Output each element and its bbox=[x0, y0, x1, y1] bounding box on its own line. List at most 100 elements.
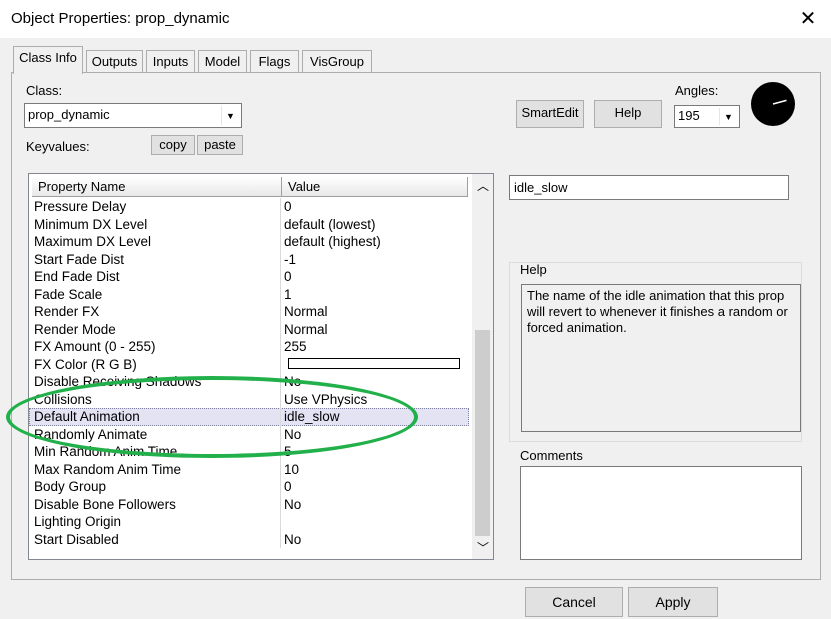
table-row[interactable]: Render FX Normal bbox=[29, 303, 469, 321]
property-name-cell: Fade Scale bbox=[34, 286, 103, 302]
tab-flags[interactable]: Flags bbox=[250, 50, 299, 73]
column-divider bbox=[280, 425, 281, 443]
chevron-down-icon[interactable]: ﹀ bbox=[477, 539, 489, 556]
property-value-cell: 10 bbox=[284, 461, 300, 477]
property-name-cell: FX Color (R G B) bbox=[34, 356, 137, 372]
tab-inputs[interactable]: Inputs bbox=[146, 50, 195, 73]
class-label: Class: bbox=[26, 83, 63, 98]
value-input[interactable]: idle_slow bbox=[509, 175, 789, 200]
column-divider bbox=[280, 373, 281, 391]
property-value-cell: default (highest) bbox=[284, 234, 381, 249]
property-value-cell: No bbox=[284, 531, 302, 547]
table-row[interactable]: Default Animation idle_slow bbox=[29, 408, 469, 426]
column-divider bbox=[280, 285, 281, 303]
smartedit-button[interactable]: SmartEdit bbox=[516, 100, 584, 128]
tab-visgroup[interactable]: VisGroup bbox=[302, 50, 372, 73]
table-row[interactable]: Min Random Anim Time 5 bbox=[29, 443, 469, 461]
column-divider bbox=[280, 250, 281, 268]
scrollbar-thumb[interactable] bbox=[475, 330, 490, 536]
table-row[interactable]: Randomly Animate No bbox=[29, 425, 469, 443]
table-row[interactable]: Disable Receiving Shadows No bbox=[29, 373, 469, 391]
table-row[interactable]: Pressure Delay 0 bbox=[29, 198, 469, 216]
close-icon[interactable]: ✕ bbox=[797, 8, 819, 30]
property-name-cell: Start Fade Dist bbox=[34, 251, 125, 267]
value-header[interactable]: Value bbox=[282, 177, 468, 197]
property-name-cell: Pressure Delay bbox=[34, 199, 127, 214]
table-row[interactable]: Disable Bone Followers No bbox=[29, 495, 469, 513]
angle-dial[interactable] bbox=[751, 82, 795, 126]
table-row[interactable]: FX Color (R G B) bbox=[29, 355, 469, 373]
property-value-cell: Normal bbox=[284, 304, 328, 319]
chevron-down-icon[interactable]: ▼ bbox=[221, 106, 239, 125]
chevron-up-icon[interactable]: ︿ bbox=[477, 177, 489, 194]
table-row[interactable]: Lighting Origin bbox=[29, 513, 469, 531]
property-name-cell: Randomly Animate bbox=[34, 426, 148, 442]
table-row[interactable]: Start Fade Dist -1 bbox=[29, 250, 469, 268]
property-name-cell: Maximum DX Level bbox=[34, 234, 152, 249]
property-value-cell: 1 bbox=[284, 286, 292, 302]
help-button[interactable]: Help bbox=[594, 100, 662, 128]
paste-button[interactable]: paste bbox=[197, 135, 243, 155]
property-name-header[interactable]: Property Name bbox=[32, 177, 282, 197]
table-row[interactable]: Max Random Anim Time 10 bbox=[29, 460, 469, 478]
table-row[interactable]: Body Group 0 bbox=[29, 478, 469, 496]
property-value-cell: 255 bbox=[284, 339, 307, 354]
table-row[interactable]: Maximum DX Level default (highest) bbox=[29, 233, 469, 251]
chevron-down-icon[interactable]: ▼ bbox=[719, 108, 737, 125]
property-name-cell: Min Random Anim Time bbox=[34, 444, 178, 459]
property-name-cell: Max Random Anim Time bbox=[34, 461, 182, 477]
tab-outputs[interactable]: Outputs bbox=[86, 50, 143, 73]
column-divider bbox=[280, 320, 281, 338]
property-value-cell: 0 bbox=[284, 479, 292, 494]
color-swatch[interactable] bbox=[288, 357, 460, 369]
tab-class-info[interactable]: Class Info bbox=[13, 46, 83, 74]
help-text: The name of the idle animation that this… bbox=[521, 284, 801, 432]
table-row[interactable]: Render Mode Normal bbox=[29, 320, 469, 338]
table-row[interactable]: Fade Scale 1 bbox=[29, 285, 469, 303]
property-name-cell: Render FX bbox=[34, 304, 100, 319]
copy-button[interactable]: copy bbox=[151, 135, 195, 155]
property-name-cell: FX Amount (0 - 255) bbox=[34, 339, 156, 354]
keyvalues-label: Keyvalues: bbox=[26, 139, 90, 154]
comments-textarea[interactable] bbox=[520, 466, 802, 560]
property-value-cell: No bbox=[284, 374, 302, 389]
angles-select[interactable]: 195 ▼ bbox=[674, 105, 740, 128]
property-name-cell: Disable Receiving Shadows bbox=[34, 374, 202, 389]
column-divider bbox=[280, 460, 281, 478]
property-name-cell: Default Animation bbox=[34, 409, 140, 424]
property-rows: Pressure Delay 0 Minimum DX Level default (… bbox=[29, 198, 469, 548]
property-value-cell: 5 bbox=[284, 444, 292, 459]
column-divider bbox=[280, 338, 281, 356]
column-divider bbox=[280, 408, 281, 426]
table-row[interactable]: Collisions Use VPhysics bbox=[29, 390, 469, 408]
property-name-cell: Minimum DX Level bbox=[34, 216, 148, 232]
column-divider bbox=[280, 390, 281, 408]
table-row[interactable]: Minimum DX Level default (lowest) bbox=[29, 215, 469, 233]
tab-model[interactable]: Model bbox=[198, 50, 247, 73]
property-name-cell: Start Disabled bbox=[34, 531, 119, 547]
column-divider bbox=[280, 198, 281, 216]
property-value-cell: -1 bbox=[284, 251, 297, 267]
property-value-cell: No bbox=[284, 426, 302, 442]
property-name-cell: End Fade Dist bbox=[34, 269, 120, 284]
property-name-cell: Lighting Origin bbox=[34, 514, 122, 529]
property-value-cell: No bbox=[284, 496, 302, 512]
angle-dial-needle-icon bbox=[772, 99, 787, 105]
table-row[interactable]: Start Disabled No bbox=[29, 530, 469, 548]
column-divider bbox=[280, 513, 281, 531]
property-name-cell: Collisions bbox=[34, 391, 92, 407]
angles-label: Angles: bbox=[675, 83, 719, 98]
table-row[interactable]: End Fade Dist 0 bbox=[29, 268, 469, 286]
column-divider bbox=[280, 478, 281, 496]
column-divider bbox=[280, 303, 281, 321]
property-name-cell: Disable Bone Followers bbox=[34, 496, 176, 512]
property-grid[interactable]: Property Name Value Pressure Delay 0 Minim… bbox=[28, 173, 494, 560]
column-divider bbox=[280, 495, 281, 513]
class-select[interactable]: prop_dynamic ▼ bbox=[24, 103, 242, 128]
window-title: Object Properties: prop_dynamic bbox=[11, 10, 230, 27]
apply-button[interactable]: Apply bbox=[628, 587, 718, 617]
help-group-label: Help bbox=[520, 262, 547, 277]
cancel-button[interactable]: Cancel bbox=[525, 587, 623, 617]
property-value-cell: default (lowest) bbox=[284, 216, 376, 232]
table-row[interactable]: FX Amount (0 - 255) 255 bbox=[29, 338, 469, 356]
